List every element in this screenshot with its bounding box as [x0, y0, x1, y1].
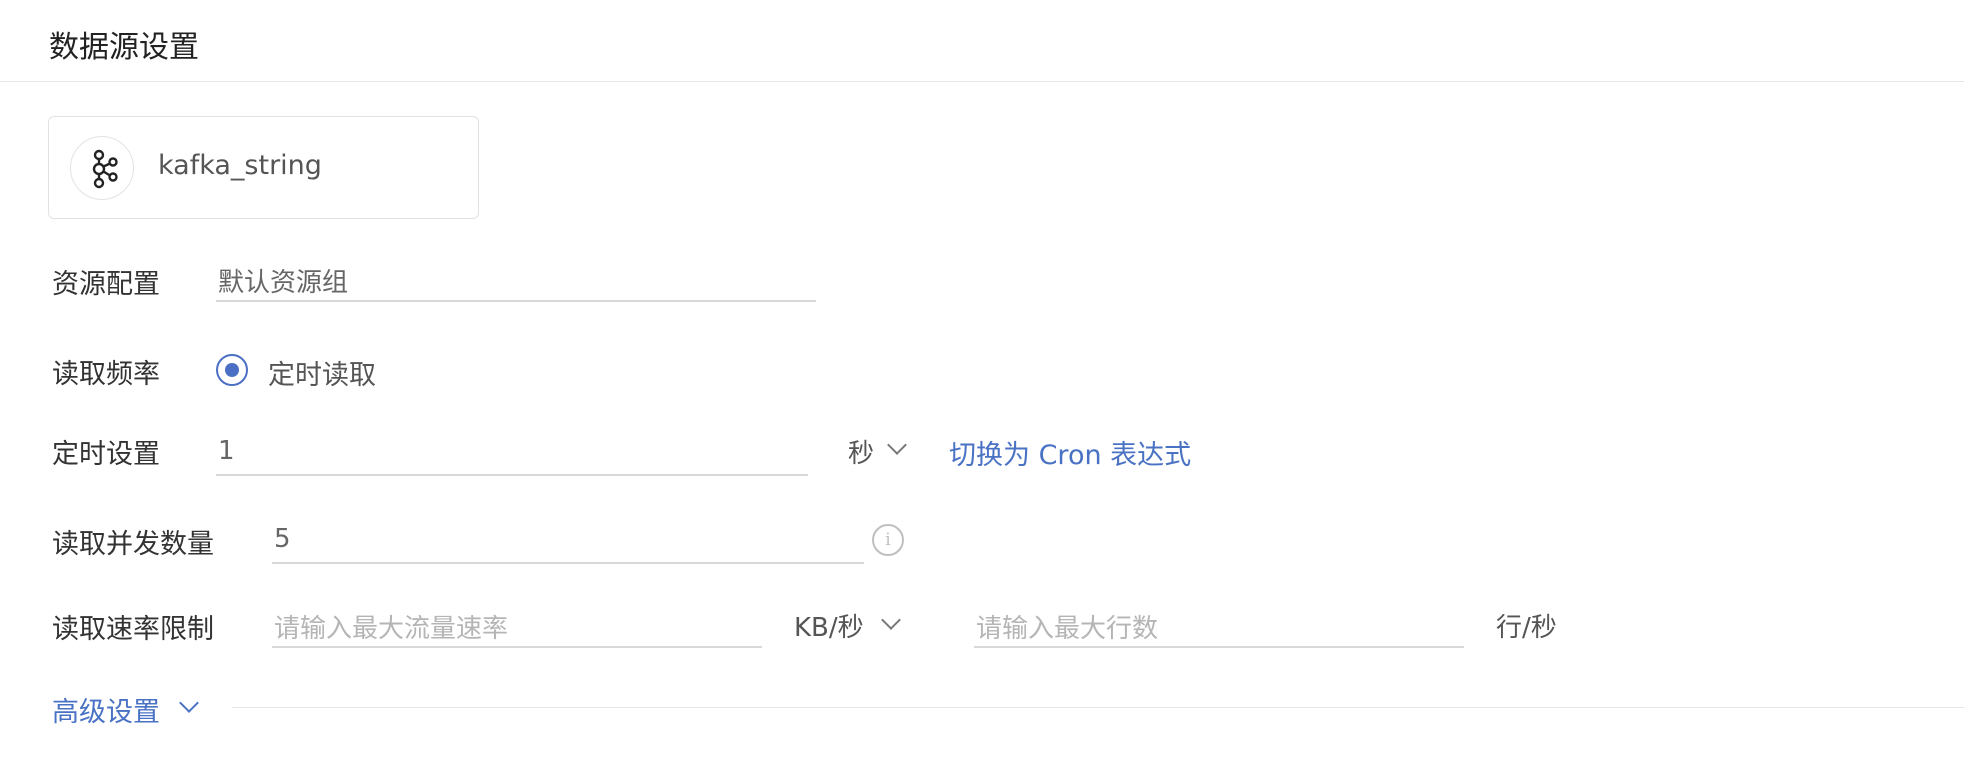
- concurrency-label: 读取并发数量: [52, 529, 214, 560]
- switch-to-cron-link[interactable]: 切换为 Cron 表达式: [949, 433, 1191, 472]
- data-source-name: kafka_string: [158, 150, 322, 181]
- concurrency-value: 5: [274, 524, 291, 554]
- schedule-label: 定时设置: [52, 439, 160, 470]
- resource-label: 资源配置: [52, 269, 160, 300]
- schedule-unit-select[interactable]: 秒: [848, 433, 874, 470]
- panel-title: 数据源设置: [49, 30, 199, 65]
- kafka-icon: [70, 136, 134, 200]
- concurrency-input[interactable]: 5: [272, 520, 864, 564]
- schedule-interval-input[interactable]: 1: [216, 432, 808, 476]
- chevron-down-icon[interactable]: [179, 693, 199, 713]
- panel-header: 数据源设置: [0, 0, 1964, 82]
- rate-limit-label: 读取速率限制: [52, 614, 214, 645]
- max-rows-input[interactable]: 请输入最大行数: [974, 604, 1464, 648]
- frequency-label: 读取频率: [52, 359, 160, 390]
- max-traffic-rate-input[interactable]: 请输入最大流量速率: [272, 604, 762, 648]
- resource-select-value: 默认资源组: [218, 268, 349, 298]
- advanced-settings-toggle[interactable]: 高级设置: [52, 690, 160, 729]
- chevron-down-icon[interactable]: [881, 610, 901, 630]
- section-divider: [232, 707, 1964, 708]
- resource-select[interactable]: 默认资源组: [216, 258, 816, 302]
- chevron-down-icon[interactable]: [887, 435, 907, 455]
- data-source-card[interactable]: kafka_string: [48, 116, 479, 219]
- traffic-unit-select[interactable]: KB/秒: [794, 607, 864, 644]
- info-icon[interactable]: i: [872, 524, 904, 556]
- max-rows-placeholder: 请输入最大行数: [976, 614, 1159, 644]
- schedule-interval-value: 1: [218, 436, 235, 466]
- scheduled-read-radio[interactable]: [216, 354, 248, 386]
- scheduled-read-radio-label[interactable]: 定时读取: [268, 353, 376, 392]
- max-traffic-rate-placeholder: 请输入最大流量速率: [274, 614, 509, 644]
- rows-unit-label: 行/秒: [1496, 613, 1557, 643]
